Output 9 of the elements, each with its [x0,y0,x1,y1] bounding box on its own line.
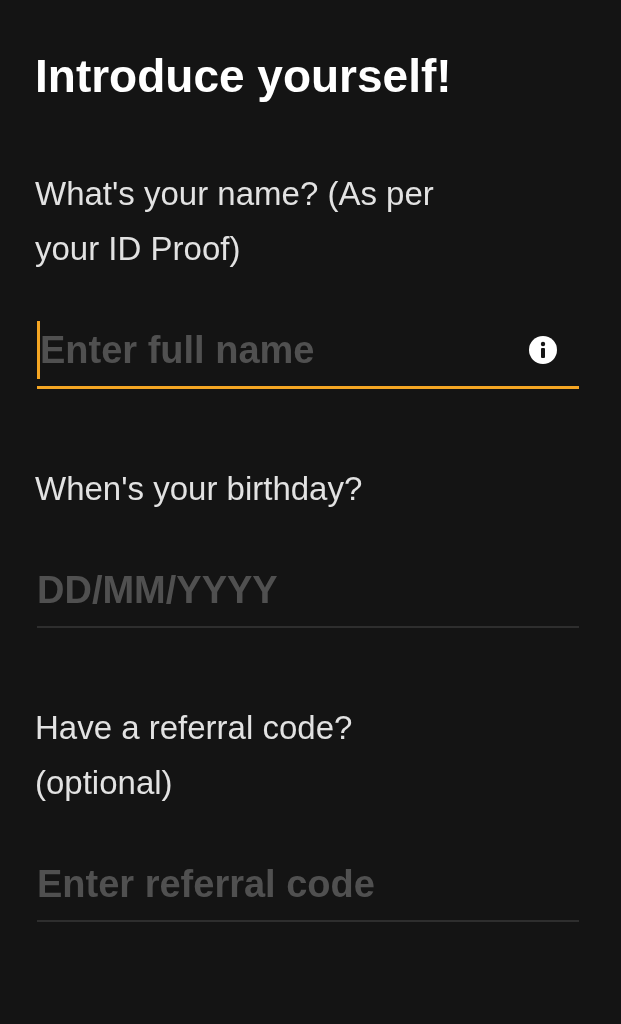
info-icon[interactable] [529,336,557,364]
page-title: Introduce yourself! [35,49,452,104]
text-field[interactable]: Enter full name [40,320,529,380]
field-label: Have a referral code? (optional) [35,708,354,803]
text-cursor [37,321,40,379]
text-field[interactable]: DD/MM/YYYY [37,560,579,620]
text-field[interactable]: Enter referral code [37,854,579,914]
field-label: When's your birthday? [35,469,364,509]
field-label: What's your name? (As per your ID Proof) [35,174,435,269]
